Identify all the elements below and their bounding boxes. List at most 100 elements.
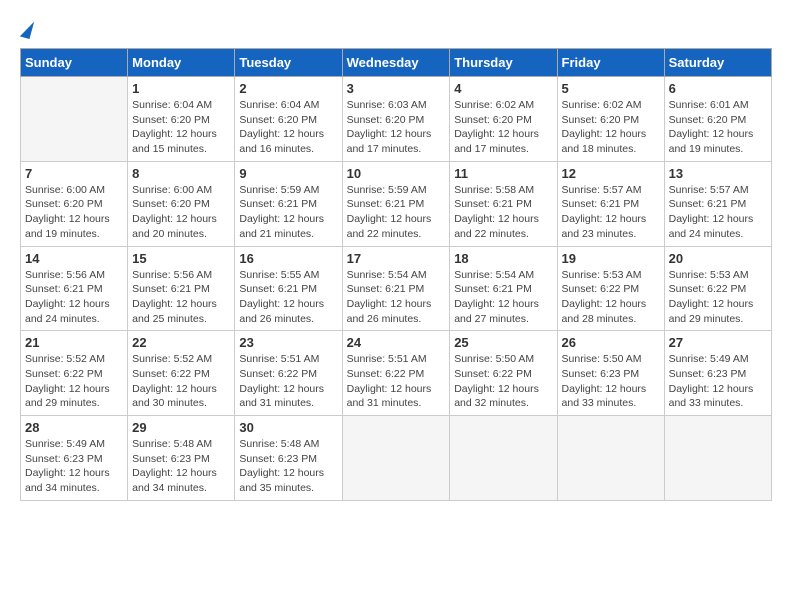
- day-info: Sunrise: 5:50 AM Sunset: 6:22 PM Dayligh…: [454, 352, 552, 411]
- day-number: 27: [669, 335, 767, 350]
- calendar-cell: 20 Sunrise: 5:53 AM Sunset: 6:22 PM Dayli…: [664, 246, 771, 331]
- day-info: Sunrise: 5:55 AM Sunset: 6:21 PM Dayligh…: [239, 268, 337, 327]
- calendar-cell: 23 Sunrise: 5:51 AM Sunset: 6:22 PM Dayli…: [235, 331, 342, 416]
- day-info: Sunrise: 6:04 AM Sunset: 6:20 PM Dayligh…: [132, 98, 230, 157]
- weekday-header-wednesday: Wednesday: [342, 49, 450, 77]
- calendar-cell: 18Sunrise: 5:54 AM Sunset: 6:21 PM Dayli…: [450, 246, 557, 331]
- day-info: Sunrise: 5:59 AM Sunset: 6:21 PM Dayligh…: [239, 183, 337, 242]
- calendar-cell: 24 Sunrise: 5:51 AM Sunset: 6:22 PM Dayli…: [342, 331, 450, 416]
- calendar-cell: 29 Sunrise: 5:48 AM Sunset: 6:23 PM Dayli…: [128, 416, 235, 501]
- calendar-cell: 16 Sunrise: 5:55 AM Sunset: 6:21 PM Dayli…: [235, 246, 342, 331]
- day-number: 16: [239, 251, 337, 266]
- logo-icon: [20, 19, 34, 39]
- calendar-cell: 19 Sunrise: 5:53 AM Sunset: 6:22 PM Dayli…: [557, 246, 664, 331]
- day-info: Sunrise: 5:56 AM Sunset: 6:21 PM Dayligh…: [132, 268, 230, 327]
- day-number: 15: [132, 251, 230, 266]
- day-number: 1: [132, 81, 230, 96]
- day-info: Sunrise: 6:03 AM Sunset: 6:20 PM Dayligh…: [347, 98, 446, 157]
- day-info: Sunrise: 5:53 AM Sunset: 6:22 PM Dayligh…: [562, 268, 660, 327]
- day-info: Sunrise: 6:02 AM Sunset: 6:20 PM Dayligh…: [454, 98, 552, 157]
- calendar-cell: 14 Sunrise: 5:56 AM Sunset: 6:21 PM Dayli…: [21, 246, 128, 331]
- day-info: Sunrise: 6:00 AM Sunset: 6:20 PM Dayligh…: [132, 183, 230, 242]
- day-number: 30: [239, 420, 337, 435]
- calendar-cell: 1 Sunrise: 6:04 AM Sunset: 6:20 PM Daylig…: [128, 77, 235, 162]
- day-number: 4: [454, 81, 552, 96]
- calendar-cell: 21Sunrise: 5:52 AM Sunset: 6:22 PM Dayli…: [21, 331, 128, 416]
- day-number: 24: [347, 335, 446, 350]
- calendar-cell: 9 Sunrise: 5:59 AM Sunset: 6:21 PM Daylig…: [235, 161, 342, 246]
- calendar-week-row: 7 Sunrise: 6:00 AM Sunset: 6:20 PM Daylig…: [21, 161, 772, 246]
- day-info: Sunrise: 5:52 AM Sunset: 6:22 PM Dayligh…: [132, 352, 230, 411]
- calendar-cell: 3 Sunrise: 6:03 AM Sunset: 6:20 PM Daylig…: [342, 77, 450, 162]
- day-info: Sunrise: 5:53 AM Sunset: 6:22 PM Dayligh…: [669, 268, 767, 327]
- day-number: 9: [239, 166, 337, 181]
- day-info: Sunrise: 5:57 AM Sunset: 6:21 PM Dayligh…: [562, 183, 660, 242]
- day-info: Sunrise: 5:48 AM Sunset: 6:23 PM Dayligh…: [132, 437, 230, 496]
- calendar-cell: 12 Sunrise: 5:57 AM Sunset: 6:21 PM Dayli…: [557, 161, 664, 246]
- calendar-cell: [450, 416, 557, 501]
- calendar-cell: 2Sunrise: 6:04 AM Sunset: 6:20 PM Daylig…: [235, 77, 342, 162]
- day-number: 2: [239, 81, 337, 96]
- day-info: Sunrise: 5:52 AM Sunset: 6:22 PM Dayligh…: [25, 352, 123, 411]
- calendar-week-row: 1 Sunrise: 6:04 AM Sunset: 6:20 PM Daylig…: [21, 77, 772, 162]
- weekday-header-sunday: Sunday: [21, 49, 128, 77]
- day-number: 17: [347, 251, 446, 266]
- day-number: 10: [347, 166, 446, 181]
- day-info: Sunrise: 5:51 AM Sunset: 6:22 PM Dayligh…: [347, 352, 446, 411]
- weekday-header-monday: Monday: [128, 49, 235, 77]
- calendar-cell: 10 Sunrise: 5:59 AM Sunset: 6:21 PM Dayli…: [342, 161, 450, 246]
- calendar-cell: 15 Sunrise: 5:56 AM Sunset: 6:21 PM Dayli…: [128, 246, 235, 331]
- calendar-cell: [664, 416, 771, 501]
- day-number: 20: [669, 251, 767, 266]
- day-number: 12: [562, 166, 660, 181]
- calendar-cell: 25 Sunrise: 5:50 AM Sunset: 6:22 PM Dayli…: [450, 331, 557, 416]
- day-number: 19: [562, 251, 660, 266]
- day-number: 3: [347, 81, 446, 96]
- day-info: Sunrise: 6:00 AM Sunset: 6:20 PM Dayligh…: [25, 183, 123, 242]
- day-info: Sunrise: 5:54 AM Sunset: 6:21 PM Dayligh…: [347, 268, 446, 327]
- day-info: Sunrise: 6:01 AM Sunset: 6:20 PM Dayligh…: [669, 98, 767, 157]
- day-info: Sunrise: 5:57 AM Sunset: 6:21 PM Dayligh…: [669, 183, 767, 242]
- calendar-week-row: 28 Sunrise: 5:49 AM Sunset: 6:23 PM Dayli…: [21, 416, 772, 501]
- day-number: 11: [454, 166, 552, 181]
- day-number: 13: [669, 166, 767, 181]
- day-info: Sunrise: 5:49 AM Sunset: 6:23 PM Dayligh…: [669, 352, 767, 411]
- day-info: Sunrise: 5:54 AM Sunset: 6:21 PM Dayligh…: [454, 268, 552, 327]
- calendar-cell: 17 Sunrise: 5:54 AM Sunset: 6:21 PM Dayli…: [342, 246, 450, 331]
- day-number: 7: [25, 166, 123, 181]
- calendar-cell: 5Sunrise: 6:02 AM Sunset: 6:20 PM Daylig…: [557, 77, 664, 162]
- calendar-cell: 11 Sunrise: 5:58 AM Sunset: 6:21 PM Dayli…: [450, 161, 557, 246]
- calendar-cell: [342, 416, 450, 501]
- weekday-header-row: SundayMondayTuesdayWednesdayThursdayFrid…: [21, 49, 772, 77]
- calendar-cell: 26 Sunrise: 5:50 AM Sunset: 6:23 PM Dayli…: [557, 331, 664, 416]
- calendar-week-row: 21Sunrise: 5:52 AM Sunset: 6:22 PM Dayli…: [21, 331, 772, 416]
- weekday-header-friday: Friday: [557, 49, 664, 77]
- day-info: Sunrise: 5:51 AM Sunset: 6:22 PM Dayligh…: [239, 352, 337, 411]
- day-number: 6: [669, 81, 767, 96]
- logo: [20, 20, 32, 38]
- day-info: Sunrise: 5:56 AM Sunset: 6:21 PM Dayligh…: [25, 268, 123, 327]
- day-info: Sunrise: 5:50 AM Sunset: 6:23 PM Dayligh…: [562, 352, 660, 411]
- day-info: Sunrise: 5:48 AM Sunset: 6:23 PM Dayligh…: [239, 437, 337, 496]
- day-info: Sunrise: 5:49 AM Sunset: 6:23 PM Dayligh…: [25, 437, 123, 496]
- calendar-cell: [557, 416, 664, 501]
- day-number: 14: [25, 251, 123, 266]
- weekday-header-tuesday: Tuesday: [235, 49, 342, 77]
- day-info: Sunrise: 6:02 AM Sunset: 6:20 PM Dayligh…: [562, 98, 660, 157]
- day-number: 8: [132, 166, 230, 181]
- day-number: 23: [239, 335, 337, 350]
- page-header: [20, 20, 772, 38]
- day-number: 26: [562, 335, 660, 350]
- day-number: 22: [132, 335, 230, 350]
- day-number: 29: [132, 420, 230, 435]
- calendar-cell: 8 Sunrise: 6:00 AM Sunset: 6:20 PM Daylig…: [128, 161, 235, 246]
- day-info: Sunrise: 5:58 AM Sunset: 6:21 PM Dayligh…: [454, 183, 552, 242]
- calendar-cell: 4 Sunrise: 6:02 AM Sunset: 6:20 PM Daylig…: [450, 77, 557, 162]
- calendar-cell: 28 Sunrise: 5:49 AM Sunset: 6:23 PM Dayli…: [21, 416, 128, 501]
- day-number: 28: [25, 420, 123, 435]
- weekday-header-thursday: Thursday: [450, 49, 557, 77]
- day-number: 25: [454, 335, 552, 350]
- calendar-cell: 6 Sunrise: 6:01 AM Sunset: 6:20 PM Daylig…: [664, 77, 771, 162]
- calendar-cell: 27 Sunrise: 5:49 AM Sunset: 6:23 PM Dayli…: [664, 331, 771, 416]
- day-info: Sunrise: 5:59 AM Sunset: 6:21 PM Dayligh…: [347, 183, 446, 242]
